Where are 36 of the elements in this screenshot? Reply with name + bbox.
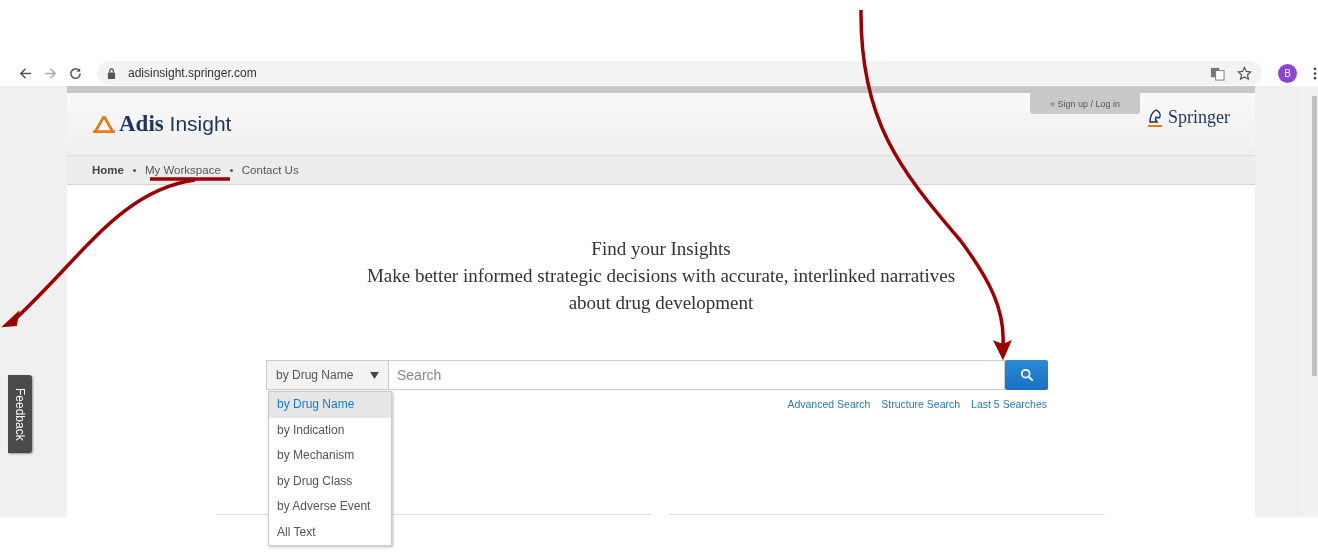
scrollbar-thumb[interactable]: [1312, 96, 1317, 376]
nav-link[interactable]: Home: [92, 164, 124, 176]
search-link[interactable]: Structure Search: [881, 398, 961, 410]
search-button[interactable]: [1005, 360, 1048, 390]
search-link[interactable]: Last 5 Searches: [971, 398, 1047, 410]
hero-subtitle: Make better informed strategic decisions with accurate, interlinked narratives about drug development: [365, 264, 957, 315]
dropdown-option[interactable]: by Adverse Event: [269, 494, 391, 520]
dropdown-option[interactable]: All Text: [269, 519, 391, 545]
separator-dot: [229, 168, 233, 172]
profile-avatar[interactable]: B: [1278, 63, 1297, 83]
site-logo-text[interactable]: Adis Insight: [119, 111, 232, 137]
translate-icon[interactable]: [1210, 65, 1225, 81]
nav-link[interactable]: Contact Us: [241, 164, 299, 176]
dropdown-option[interactable]: by Indication: [269, 417, 391, 443]
nav-link[interactable]: My Workspace: [144, 164, 221, 176]
triangle-logo-icon: [92, 114, 116, 134]
search-icon: [1019, 368, 1034, 382]
search-field[interactable]: Search: [389, 360, 1005, 390]
reload-icon[interactable]: [68, 65, 83, 81]
address-bar[interactable]: adisinsight.springer.com: [97, 61, 1262, 85]
menu-icon[interactable]: [1313, 66, 1317, 80]
dropdown-option[interactable]: by Drug Name: [269, 392, 391, 418]
dropdown-option[interactable]: by Drug Class: [269, 468, 391, 494]
search-scope-select[interactable]: by Drug Name: [266, 360, 389, 390]
dropdown-option[interactable]: by Mechanism: [269, 443, 391, 469]
feedback-tab[interactable]: Feedback: [8, 375, 32, 453]
publisher-logo-text: Springer: [1168, 106, 1230, 128]
star-icon[interactable]: [1237, 65, 1252, 81]
search-link[interactable]: Advanced Search: [787, 398, 871, 410]
lock-icon: [107, 67, 116, 79]
caret-icon: [370, 371, 379, 379]
horse-logo-icon: [1146, 106, 1164, 128]
url-text: adisinsight.springer.com: [128, 66, 257, 80]
hero-title: Find your Insights: [590, 237, 732, 261]
separator-dot: [132, 168, 136, 172]
sign-in-button[interactable]: » Sign up / Log in: [1030, 93, 1140, 114]
